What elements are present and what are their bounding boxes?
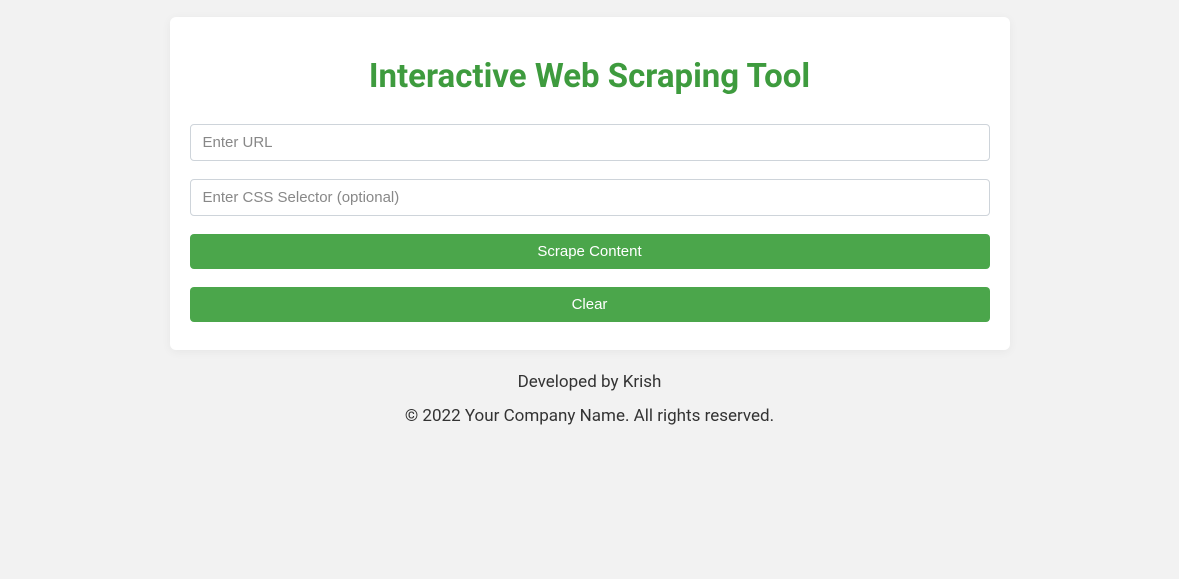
clear-button[interactable]: Clear <box>190 287 990 322</box>
developer-credit: Developed by Krish <box>0 372 1179 392</box>
copyright-text: © 2022 Your Company Name. All rights res… <box>0 406 1179 426</box>
scrape-button[interactable]: Scrape Content <box>190 234 990 269</box>
url-input[interactable] <box>190 124 990 161</box>
clear-button-group: Clear <box>190 287 990 322</box>
scrape-button-group: Scrape Content <box>190 234 990 269</box>
page-title: Interactive Web Scraping Tool <box>190 57 990 96</box>
selector-field-group <box>190 179 990 216</box>
main-card: Interactive Web Scraping Tool Scrape Con… <box>170 17 1010 350</box>
css-selector-input[interactable] <box>190 179 990 216</box>
url-field-group <box>190 124 990 161</box>
footer: Developed by Krish © 2022 Your Company N… <box>0 372 1179 426</box>
